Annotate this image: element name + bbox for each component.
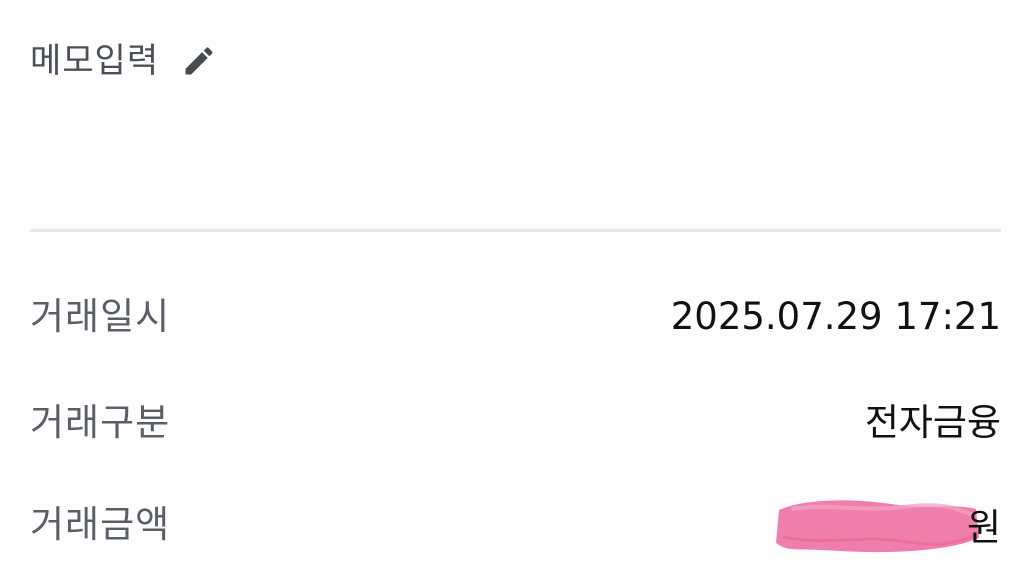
transaction-type-value: 전자금융 (864, 400, 1001, 444)
transaction-type-row: 거래구분 전자금융 (30, 392, 1001, 452)
memo-input-button[interactable]: 메모입력 (30, 34, 219, 88)
section-divider (30, 229, 1001, 232)
transaction-datetime-label: 거래일시 (30, 294, 171, 338)
transaction-detail-screen: 메모입력 거래일시 2025.07.29 17:21 거래구분 전자금융 거래금… (0, 0, 1024, 582)
transaction-amount-value: 원 (771, 494, 1001, 554)
transaction-type-label: 거래구분 (30, 400, 171, 444)
amount-redaction-mark (776, 500, 979, 553)
memo-label: 메모입력 (30, 41, 160, 81)
transaction-datetime-row: 거래일시 2025.07.29 17:21 (30, 286, 1001, 346)
transaction-amount-row: 거래금액 원 (30, 494, 1001, 554)
transaction-datetime-value: 2025.07.29 17:21 (670, 294, 1001, 338)
pencil-icon (179, 41, 219, 81)
currency-unit: 원 (966, 506, 1001, 549)
transaction-amount-label: 거래금액 (30, 502, 171, 546)
